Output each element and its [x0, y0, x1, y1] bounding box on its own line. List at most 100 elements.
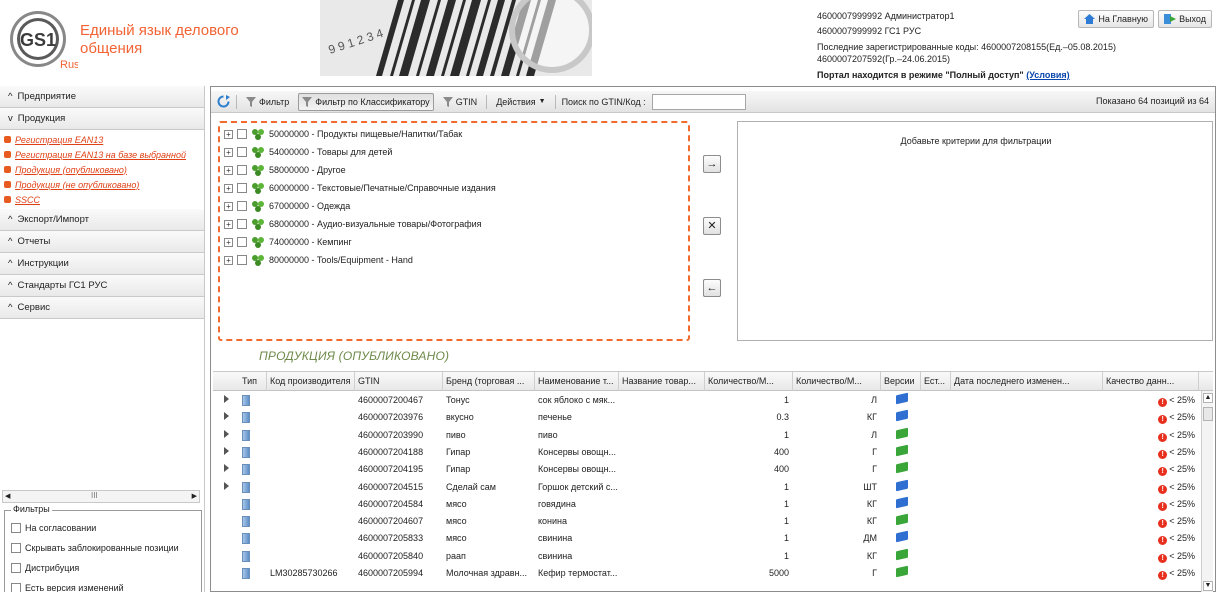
tree-node[interactable]: +74000000 - Кемпинг [224, 233, 352, 251]
actions-menu-button[interactable]: Действия ▼ [493, 93, 548, 111]
tree-node[interactable]: +67000000 - Одежда [224, 197, 350, 215]
book-blue-icon[interactable] [896, 479, 908, 491]
expand-row-icon[interactable] [224, 412, 229, 421]
tree-node[interactable]: +54000000 - Товары для детей [224, 143, 392, 161]
column-header-gtin[interactable]: GTIN [355, 372, 443, 391]
book-green-icon[interactable] [896, 444, 908, 457]
book-green-icon[interactable] [896, 461, 908, 474]
sidebar-section-instructions[interactable]: ^ Инструкции [0, 253, 204, 275]
book-green-icon[interactable] [896, 427, 908, 439]
column-header-quantity-unit[interactable]: Количество/М... [793, 372, 881, 391]
table-row[interactable]: 4600007204195 Гипар Консервы овощн... 400 Г!… [213, 461, 1199, 478]
tree-node[interactable]: +58000000 - Другое [224, 161, 346, 179]
column-header-data-quality[interactable]: Качество данн... [1103, 372, 1199, 391]
checkbox[interactable] [11, 563, 21, 573]
filter-classifier-button[interactable]: Фильтр по Классификатору [298, 92, 434, 111]
filter-has-change-version[interactable]: Есть версия изменений [11, 581, 124, 592]
table-row[interactable]: 4600007204584 мясо говядина 1 КГ! < 25% [213, 496, 1199, 513]
expand-plus-icon[interactable]: + [224, 165, 233, 175]
checkbox[interactable] [237, 147, 247, 157]
book-green-icon[interactable] [896, 513, 908, 526]
table-row[interactable]: 4600007203990 пиво пиво 1 Л! < 25% [213, 427, 1199, 444]
table-row[interactable]: 4600007204188 Гипар Консервы овощн... 400 Г!… [213, 444, 1199, 461]
conditions-link[interactable]: (Условия) [1026, 70, 1069, 80]
checkbox[interactable] [237, 183, 247, 193]
scroll-left-icon[interactable]: ◀ [5, 492, 10, 500]
column-header-has[interactable]: Ест... [921, 372, 951, 391]
tree-node[interactable]: +80000000 - Tools/Equipment - Hand [224, 251, 413, 269]
checkbox[interactable] [11, 583, 21, 592]
checkbox[interactable] [237, 219, 247, 229]
grid-vertical-scrollbar[interactable]: ▲ ▼ [1201, 391, 1213, 592]
book-blue-icon[interactable] [896, 392, 908, 405]
sidebar-section-enterprise[interactable]: ^ Предприятие [0, 86, 204, 108]
sidebar-section-service[interactable]: ^ Сервис [0, 297, 204, 319]
expand-plus-icon[interactable]: + [224, 255, 233, 265]
checkbox[interactable] [237, 165, 247, 175]
tree-node[interactable]: +68000000 - Аудио-визуальные товары/Фото… [224, 215, 482, 233]
refresh-icon[interactable] [217, 95, 230, 108]
column-header-last-modified[interactable]: Дата последнего изменен... [951, 372, 1103, 391]
expand-row-icon[interactable] [224, 429, 229, 438]
scroll-down-icon[interactable]: ▼ [1203, 581, 1213, 591]
checkbox[interactable] [237, 201, 247, 211]
clear-criteria-button[interactable]: ✕ [703, 217, 721, 235]
checkbox[interactable] [11, 523, 21, 533]
exit-button[interactable]: Выход [1158, 10, 1212, 28]
gtin-search-input[interactable] [651, 93, 746, 110]
book-blue-icon[interactable] [896, 410, 908, 422]
tree-node[interactable]: +60000000 - Текстовые/Печатные/Справочны… [224, 179, 496, 197]
sidebar-section-products[interactable]: v Продукция [0, 108, 204, 130]
scroll-thumb-grip[interactable]: III [91, 491, 98, 500]
checkbox[interactable] [11, 543, 21, 553]
expand-row-icon[interactable] [224, 464, 229, 473]
column-header-manufacturer-code[interactable]: Код производителя [267, 372, 355, 391]
expand-plus-icon[interactable]: + [224, 237, 233, 247]
checkbox[interactable] [237, 255, 247, 265]
add-criteria-button[interactable]: → [703, 155, 721, 173]
tree-node[interactable]: +50000000 - Продукты пищевые/Напитки/Таб… [224, 125, 462, 143]
checkbox[interactable] [237, 129, 247, 139]
sidebar-horizontal-scrollbar[interactable]: ◀ III ▶ [2, 490, 200, 503]
table-row[interactable]: 4600007205833 мясо свинина 1 ДМ! < 25% [213, 530, 1199, 547]
column-header-product-title[interactable]: Название товар... [619, 372, 705, 391]
home-button[interactable]: На Главную [1078, 10, 1155, 28]
gtin-filter-button[interactable]: GTIN [440, 93, 481, 111]
table-row[interactable]: 4600007204607 мясо конина 1 КГ! < 25% [213, 513, 1199, 530]
expand-row-icon[interactable] [224, 446, 229, 455]
column-header-product-name[interactable]: Наименование т... [535, 372, 619, 391]
gs1-logo[interactable]: GS1 Russia [8, 6, 78, 76]
expand-plus-icon[interactable]: + [224, 147, 233, 157]
column-header-quantity[interactable]: Количество/М... [705, 372, 793, 391]
sidebar-section-standards[interactable]: ^ Стандарты ГС1 РУС [0, 275, 204, 297]
expand-plus-icon[interactable]: + [224, 201, 233, 211]
table-row[interactable]: 4600007203976 вкусно печенье 0.3 КГ! < 25% [213, 409, 1199, 426]
table-row[interactable]: 4600007205840 раап свинина 1 КГ! < 25% [213, 548, 1199, 565]
book-green-icon[interactable] [896, 548, 908, 560]
expand-row-icon[interactable] [224, 481, 229, 490]
column-header-versions[interactable]: Версии [881, 372, 921, 391]
scroll-thumb[interactable] [1203, 407, 1213, 421]
filter-button[interactable]: Фильтр [243, 93, 292, 111]
table-row[interactable]: 4600007200467 Тонус сок яблоко с мяк... 1 Л!… [213, 392, 1199, 409]
filter-hide-blocked[interactable]: Скрывать заблокированные позиции [11, 541, 179, 555]
sidebar-item-sscc[interactable]: SSCC [4, 192, 204, 207]
book-green-icon[interactable] [896, 565, 908, 578]
filter-pending-approval[interactable]: На согласовании [11, 521, 96, 535]
table-row[interactable]: 4600007204515 Сделай сам Горшок детский с.… [213, 479, 1199, 496]
sidebar-item-register-ean13-based[interactable]: Регистрация EAN13 на базе выбранной [4, 147, 204, 162]
sidebar-section-reports[interactable]: ^ Отчеты [0, 231, 204, 253]
column-header-type[interactable]: Тип [239, 372, 267, 391]
column-header-brand[interactable]: Бренд (торговая ... [443, 372, 535, 391]
expand-plus-icon[interactable]: + [224, 129, 233, 139]
table-row[interactable]: LM30285730266 4600007205994 Молочная здрав… [213, 565, 1199, 582]
book-blue-icon[interactable] [896, 496, 908, 509]
expand-plus-icon[interactable]: + [224, 183, 233, 193]
remove-criteria-button[interactable]: ← [703, 279, 721, 297]
book-blue-icon[interactable] [896, 531, 908, 543]
sidebar-section-export-import[interactable]: ^ Экспорт/Импорт [0, 209, 204, 231]
expand-row-icon[interactable] [224, 395, 229, 403]
sidebar-item-published[interactable]: Продукция (опубликовано) [4, 162, 204, 177]
checkbox[interactable] [237, 237, 247, 247]
scroll-right-icon[interactable]: ▶ [192, 492, 197, 500]
